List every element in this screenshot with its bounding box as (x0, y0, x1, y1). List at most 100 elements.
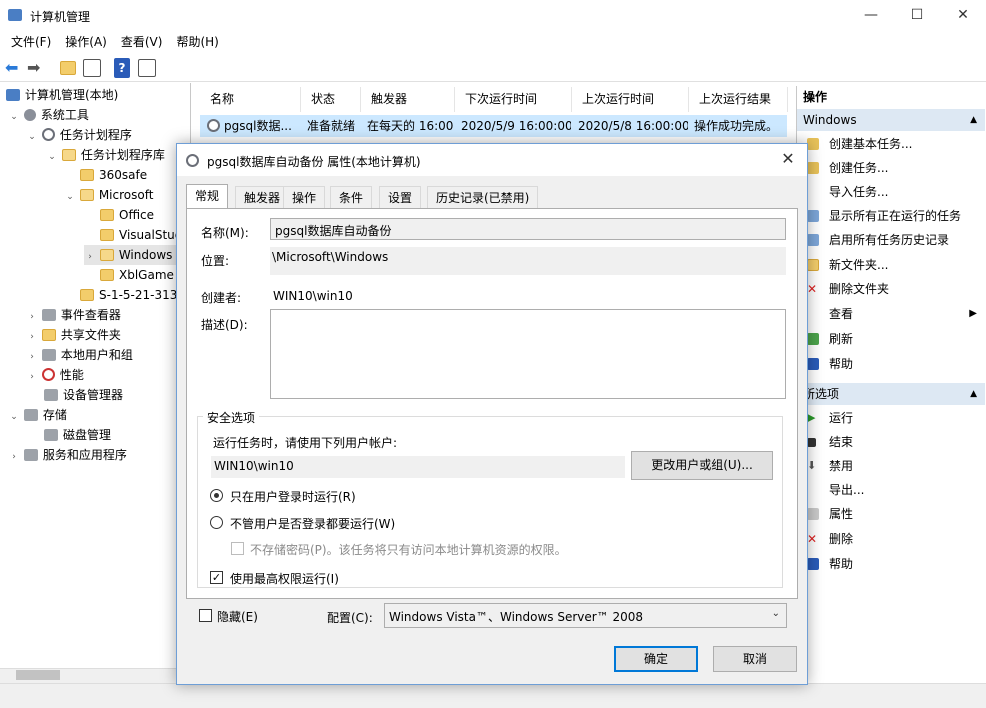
tree-item-windows[interactable]: › Windows (84, 245, 190, 267)
up-folder-icon[interactable] (60, 61, 76, 75)
highest-privileges-checkbox[interactable]: ✓ (210, 571, 223, 584)
menu-view[interactable]: 查看(V) (114, 31, 170, 54)
tree-item-office[interactable]: Office (100, 205, 154, 225)
change-user-button[interactable]: 更改用户或组(U)... (631, 451, 773, 480)
tree-item-shared-folders[interactable]: › 共享文件夹 (26, 325, 121, 345)
action-properties[interactable]: 属性 (797, 503, 985, 525)
description-label: 描述(D): (201, 318, 248, 332)
action-create-basic-task[interactable]: 创建基本任务... (797, 133, 985, 155)
forward-arrow-icon[interactable]: ➡ (27, 58, 47, 78)
tree-item-microsoft[interactable]: ⌄ Microsoft (64, 185, 153, 205)
task-name-field[interactable]: pgsql数据库自动备份 (270, 218, 786, 240)
menu-file[interactable]: 文件(F) (4, 31, 58, 54)
cancel-button[interactable]: 取消 (713, 646, 797, 672)
tree-item-device-manager[interactable]: 设备管理器 (44, 385, 123, 405)
chevron-right-icon[interactable]: › (26, 307, 38, 327)
back-arrow-icon[interactable]: ⬅ (5, 58, 25, 78)
tree-item-visualstudio[interactable]: VisualStud (100, 225, 182, 245)
actions-section-windows[interactable]: Windows ▲ (797, 109, 985, 131)
tab-settings[interactable]: 设置 (379, 186, 422, 208)
column-last-result[interactable]: 上次运行结果 (689, 87, 788, 112)
dialog-close-button[interactable]: ✕ (777, 149, 799, 168)
tree-item-system-tools[interactable]: ⌄ 系统工具 (8, 105, 89, 125)
column-last-run[interactable]: 上次运行时间 (572, 87, 689, 112)
tree-item-xblgame[interactable]: XblGame (100, 265, 174, 285)
tree-item-storage[interactable]: ⌄ 存储 (8, 405, 67, 425)
no-store-password-checkbox[interactable] (231, 542, 244, 555)
run-only-logged-on-radio[interactable] (210, 489, 223, 502)
tree-item-360safe[interactable]: 360safe (80, 165, 147, 185)
maximize-button[interactable]: ☐ (894, 0, 940, 31)
tree-item-task-scheduler[interactable]: ⌄ 任务计划程序 (26, 125, 132, 145)
action-new-folder[interactable]: 新文件夹... (797, 254, 985, 276)
menu-help[interactable]: 帮助(H) (169, 31, 225, 54)
description-textarea[interactable] (270, 309, 786, 399)
tab-triggers[interactable]: 触发器 (235, 186, 290, 208)
action-delete-folder[interactable]: ✕ 删除文件夹 (797, 278, 985, 300)
tree-item-services[interactable]: › 服务和应用程序 (8, 445, 127, 465)
action-refresh[interactable]: 刷新 (797, 328, 985, 350)
tree-item-local-users[interactable]: › 本地用户和组 (26, 345, 133, 365)
action-view[interactable]: 查看 ▶ (797, 303, 985, 325)
scrollbar-thumb[interactable] (16, 670, 60, 680)
hidden-checkbox[interactable] (199, 609, 212, 622)
tree-item-disk-management[interactable]: 磁盘管理 (44, 425, 111, 445)
action-export[interactable]: 导出... (797, 479, 985, 501)
action-help[interactable]: 帮助 (797, 353, 985, 375)
services-icon (23, 449, 38, 461)
highest-privileges-label: 使用最高权限运行(I) (230, 572, 339, 586)
tab-actions[interactable]: 操作 (283, 186, 326, 208)
chevron-right-icon[interactable]: › (26, 367, 38, 387)
tab-history[interactable]: 历史记录(已禁用) (427, 186, 539, 208)
chevron-down-icon[interactable]: ⌄ (8, 407, 20, 427)
tab-general[interactable]: 常规 (186, 184, 229, 209)
chevron-down-icon[interactable]: ⌄ (46, 147, 58, 167)
configure-for-select[interactable]: Windows Vista™、Windows Server™ 2008 ⌄ (384, 603, 787, 628)
action-delete[interactable]: ✕ 删除 (797, 528, 985, 550)
help-icon[interactable]: ? (114, 58, 130, 78)
chevron-right-icon[interactable]: › (8, 447, 20, 467)
folder-icon (61, 149, 76, 161)
device-manager-icon (44, 389, 58, 401)
actions-section-selected[interactable]: 所选项 ▲ (797, 383, 985, 405)
action-run[interactable]: ▶ 运行 (797, 407, 985, 429)
chevron-right-icon[interactable]: › (26, 327, 38, 347)
chevron-down-icon[interactable]: ⌄ (772, 608, 780, 619)
ok-button[interactable]: 确定 (614, 646, 698, 672)
column-status[interactable]: 状态 (301, 87, 361, 112)
collapse-up-icon[interactable]: ▲ (970, 383, 977, 405)
action-import-task[interactable]: 导入任务... (797, 181, 985, 203)
tree-item-sid-folder[interactable]: S-1-5-21-313 (80, 285, 177, 305)
column-next-run[interactable]: 下次运行时间 (455, 87, 572, 112)
action-help-selected[interactable]: 帮助 (797, 553, 985, 575)
collapse-up-icon[interactable]: ▲ (970, 109, 977, 131)
run-whether-logged-on-radio[interactable] (210, 516, 223, 529)
column-trigger[interactable]: 触发器 (361, 87, 455, 112)
action-disable[interactable]: ⬇ 禁用 (797, 455, 985, 477)
chevron-right-icon[interactable]: › (84, 247, 96, 267)
tree-item-event-viewer[interactable]: › 事件查看器 (26, 305, 121, 325)
name-label: 名称(M): (201, 226, 249, 240)
action-enable-history[interactable]: 启用所有任务历史记录 (797, 229, 985, 251)
menu-action[interactable]: 操作(A) (58, 31, 114, 54)
chevron-down-icon[interactable]: ⌄ (26, 127, 38, 147)
tree-item-root[interactable]: 计算机管理(本地) (6, 85, 118, 105)
show-hide-tree-icon[interactable] (83, 59, 101, 77)
minimize-button[interactable]: — (848, 0, 894, 31)
tree-item-task-library[interactable]: ⌄ 任务计划程序库 (46, 145, 165, 165)
configure-for-label: 配置(C): (327, 611, 373, 625)
cell-task-last-run: 2020/5/8 16:00:00 (578, 119, 688, 133)
chevron-right-icon[interactable]: › (26, 347, 38, 367)
tab-conditions[interactable]: 条件 (330, 186, 373, 208)
chevron-down-icon[interactable]: ⌄ (64, 187, 76, 207)
running-tasks-icon (807, 210, 819, 222)
action-end[interactable]: 结束 (797, 431, 985, 453)
action-show-running-tasks[interactable]: 显示所有正在运行的任务 (797, 205, 985, 227)
tree-item-performance[interactable]: › 性能 (26, 365, 84, 385)
close-button[interactable]: ✕ (940, 0, 986, 31)
show-hide-action-pane-icon[interactable] (138, 59, 156, 77)
action-create-task[interactable]: 创建任务... (797, 157, 985, 179)
chevron-down-icon[interactable]: ⌄ (8, 107, 20, 127)
disk-icon (44, 429, 58, 441)
column-name[interactable]: 名称 (200, 87, 301, 112)
